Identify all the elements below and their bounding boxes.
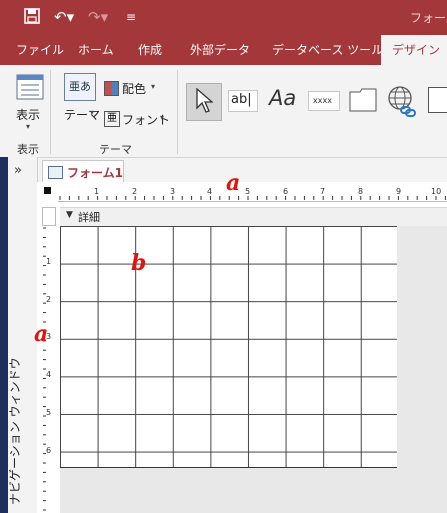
form-grid[interactable] bbox=[60, 226, 398, 468]
save-icon[interactable] bbox=[24, 8, 40, 28]
ruler-tick-label: 1 bbox=[46, 257, 52, 266]
themes-button[interactable]: 亜あ テーマ ▾ bbox=[62, 72, 100, 134]
label-control-button[interactable]: Aa bbox=[269, 86, 301, 114]
ruler-tick-label: 10 bbox=[431, 187, 442, 196]
theme-group-label: テーマ bbox=[99, 143, 132, 156]
section-expand-icon: ▼ bbox=[66, 210, 73, 220]
redo-icon[interactable]: ↷▾ bbox=[88, 8, 108, 26]
globe-link-icon bbox=[387, 85, 417, 121]
vertical-ruler: 1 2 3 4 5 6 bbox=[41, 226, 55, 513]
ruler-tick-label: 6 bbox=[46, 446, 52, 455]
view-icon bbox=[16, 74, 44, 104]
hyperlink-control-button[interactable] bbox=[387, 85, 417, 117]
colors-button[interactable]: 配色 ▾ bbox=[104, 79, 164, 97]
tab-external-data[interactable]: 外部データ bbox=[190, 35, 250, 65]
form-icon bbox=[48, 166, 63, 179]
textbox-control-button[interactable]: ab| bbox=[228, 90, 258, 112]
view-label: 表示 bbox=[16, 108, 41, 122]
chevron-down-icon: ▾ bbox=[160, 113, 165, 122]
tab-file[interactable]: ファイル bbox=[16, 35, 64, 65]
ruler-tick-label: 3 bbox=[170, 187, 176, 196]
textbox-icon: ab| bbox=[231, 92, 252, 107]
document-tab-label: フォーム1 bbox=[67, 166, 123, 180]
chevron-down-icon: ▾ bbox=[26, 122, 31, 131]
ruler-tick-label: 5 bbox=[245, 187, 251, 196]
undo-icon[interactable]: ↶▾ bbox=[54, 8, 74, 26]
fonts-button[interactable]: 亜 フォント ▾ bbox=[104, 110, 170, 128]
annotation-a-top: a bbox=[226, 170, 241, 196]
web-browser-icon bbox=[428, 87, 447, 113]
themes-label: テーマ bbox=[64, 108, 101, 122]
section-selector[interactable] bbox=[42, 207, 56, 226]
separator bbox=[177, 70, 178, 154]
document-tab[interactable]: フォーム1 bbox=[42, 160, 124, 183]
form-selector[interactable] bbox=[44, 187, 51, 194]
palette-icon bbox=[104, 81, 119, 96]
ruler-tick-label: 1 bbox=[94, 187, 100, 196]
select-button[interactable] bbox=[186, 83, 222, 121]
horizontal-ruler-ticks bbox=[59, 196, 446, 200]
nav-pane-toggle[interactable]: » bbox=[14, 163, 22, 178]
tab-create[interactable]: 作成 bbox=[138, 35, 162, 65]
themes-icon: 亜あ bbox=[64, 73, 96, 101]
detail-section-label: 詳細 bbox=[78, 211, 100, 224]
horizontal-ruler: 1 2 3 4 5 6 7 8 9 10 bbox=[58, 185, 447, 202]
ruler-tick-label: 4 bbox=[46, 370, 52, 379]
annotation-a-left: a bbox=[34, 321, 49, 347]
chevron-down-icon: ▾ bbox=[90, 108, 95, 117]
ruler-tick-label: 7 bbox=[320, 187, 326, 196]
font-icon: 亜 bbox=[104, 111, 120, 127]
ruler-tick-label: 2 bbox=[132, 187, 138, 196]
tab-control-button[interactable] bbox=[349, 86, 377, 114]
nav-pane-label: ナビゲーション ウィンドウ bbox=[8, 357, 22, 505]
label-icon: Aa bbox=[269, 86, 297, 110]
ruler-tick-label: 4 bbox=[207, 187, 213, 196]
tab-database-tools[interactable]: データベース ツール bbox=[272, 35, 383, 65]
view-group-label: 表示 bbox=[17, 143, 39, 156]
ruler-tick-label: 9 bbox=[396, 187, 402, 196]
ruler-tick-label: 2 bbox=[46, 295, 52, 304]
title-bar: ↶▾ ↷▾ ≡ フォーム bbox=[0, 0, 447, 35]
colors-label: 配色 bbox=[122, 82, 147, 96]
detail-section-bar[interactable]: ▼ 詳細 bbox=[60, 207, 447, 227]
ruler-tick-label: 5 bbox=[46, 408, 52, 417]
folder-icon bbox=[349, 86, 377, 116]
empty-workspace bbox=[60, 468, 447, 513]
ruler-tick-label: 8 bbox=[358, 187, 364, 196]
button-control-label: xxxx bbox=[313, 96, 332, 105]
chevron-down-icon: ▾ bbox=[151, 82, 156, 91]
tab-design[interactable]: デザイン bbox=[381, 35, 447, 65]
view-button[interactable]: 表示 ▾ bbox=[12, 72, 46, 134]
annotation-b: b bbox=[131, 250, 147, 276]
tab-home[interactable]: ホーム bbox=[78, 35, 114, 65]
button-control-button[interactable]: xxxx bbox=[308, 91, 340, 111]
window-title: フォーム bbox=[410, 11, 447, 25]
web-browser-control-button[interactable] bbox=[428, 87, 447, 113]
customize-qat-icon[interactable]: ≡ bbox=[126, 8, 136, 26]
separator bbox=[50, 70, 51, 154]
pointer-icon bbox=[195, 87, 214, 118]
ruler-tick-label: 6 bbox=[283, 187, 289, 196]
